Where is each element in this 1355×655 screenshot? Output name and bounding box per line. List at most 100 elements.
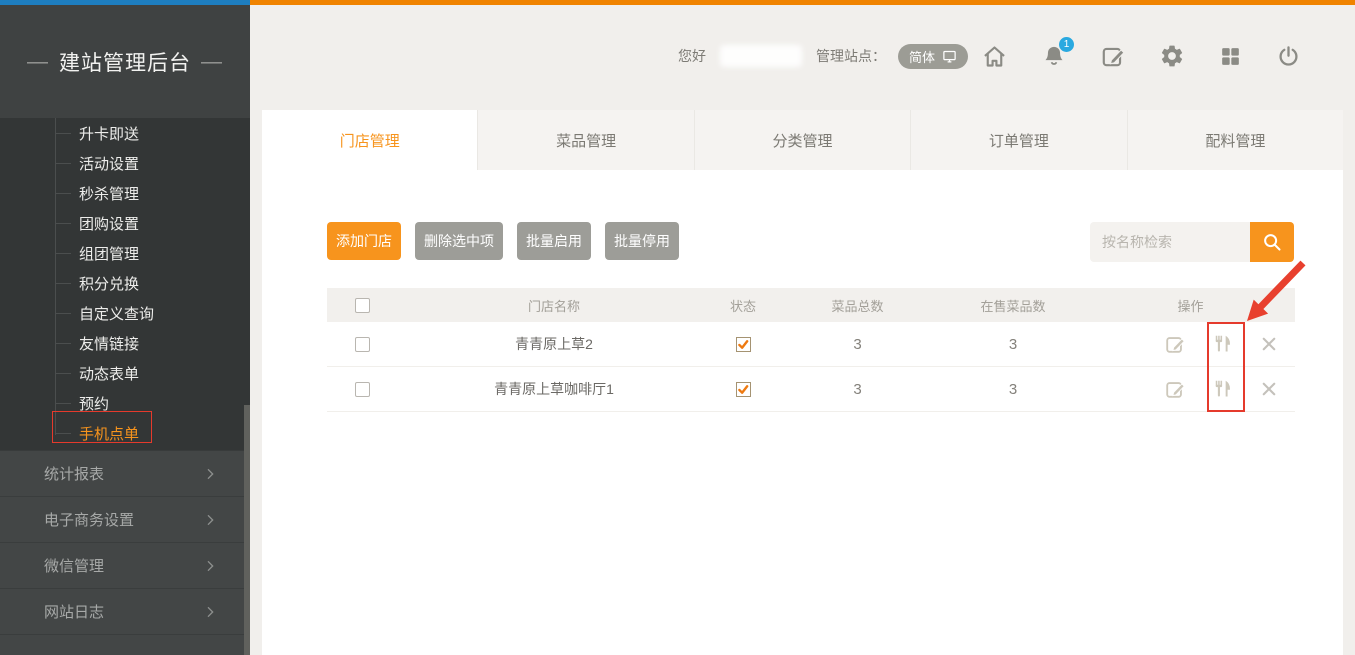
tab-bar: 门店管理 菜品管理 分类管理 订单管理 配料管理 <box>262 110 1343 170</box>
title-dash-left: — <box>27 50 49 74</box>
chevron-right-icon <box>202 466 218 482</box>
redacted-username <box>720 45 802 67</box>
delete-x-icon[interactable] <box>1260 380 1278 398</box>
edit-icon[interactable] <box>1164 333 1186 355</box>
edit-icon[interactable] <box>1164 378 1186 400</box>
search-input[interactable] <box>1090 222 1250 262</box>
sidebar-item-reservation[interactable]: 预约 <box>0 388 250 418</box>
edit-icon[interactable] <box>1100 43 1126 69</box>
section-label: 电子商务设置 <box>44 509 134 530</box>
tab-label: 分类管理 <box>773 130 833 151</box>
delete-selected-button[interactable]: 删除选中项 <box>415 222 503 260</box>
content-panel: 门店管理 菜品管理 分类管理 订单管理 配料管理 添加门店 删除选中项 批量启用… <box>262 110 1343 655</box>
table-row: 青青原上草咖啡厅1 3 3 <box>327 367 1295 412</box>
search-icon <box>1261 231 1283 253</box>
sidebar-item-ecommerce-settings[interactable]: 电子商务设置 <box>0 497 250 543</box>
chevron-right-icon <box>202 604 218 620</box>
tree-tick <box>55 163 71 164</box>
notification-badge: 1 <box>1059 37 1074 52</box>
sidebar-item-label: 积分兑换 <box>79 273 139 294</box>
sidebar-item-groupbuy-settings[interactable]: 团购设置 <box>0 208 250 238</box>
site-label: 管理站点： <box>816 46 886 66</box>
select-all-checkbox[interactable] <box>355 298 370 313</box>
delete-x-icon[interactable] <box>1260 335 1278 353</box>
sidebar-item-mobile-ordering[interactable]: 手机点单 <box>0 418 250 448</box>
sidebar-item-card-gift[interactable]: 升卡即送 <box>0 118 250 148</box>
language-label: 简体 <box>909 47 935 66</box>
sidebar-item-wechat-management[interactable]: 微信管理 <box>0 543 250 589</box>
status-cell <box>711 337 775 352</box>
batch-enable-button[interactable]: 批量启用 <box>517 222 591 260</box>
tab-category-management[interactable]: 分类管理 <box>694 110 910 170</box>
sidebar-item-label: 预约 <box>79 393 109 414</box>
sidebar-item-label: 升卡即送 <box>79 123 139 144</box>
sidebar-submenu: 升卡即送 活动设置 秒杀管理 团购设置 组团管理 积分兑换 自定义查询 友情链接… <box>0 118 250 455</box>
batch-disable-button[interactable]: 批量停用 <box>605 222 679 260</box>
sidebar-title: — 建站管理后台 — <box>0 5 250 118</box>
row-select-cell <box>327 337 397 352</box>
sidebar-item-custom-query[interactable]: 自定义查询 <box>0 298 250 328</box>
tree-tick <box>55 373 71 374</box>
store-table: 门店名称 状态 菜品总数 在售菜品数 操作 青青原上草2 3 3 青青原上草咖啡… <box>327 288 1295 412</box>
tab-order-management[interactable]: 订单管理 <box>910 110 1126 170</box>
sidebar-item-label: 手机点单 <box>79 423 139 444</box>
tab-label: 订单管理 <box>989 130 1049 151</box>
gear-icon[interactable] <box>1159 43 1185 69</box>
tree-tick <box>55 433 71 434</box>
search-button[interactable] <box>1250 222 1294 262</box>
grid-apps-icon[interactable] <box>1218 44 1243 69</box>
sidebar-sections: 统计报表 电子商务设置 微信管理 网站日志 <box>0 450 250 655</box>
tab-label: 配料管理 <box>1205 130 1265 151</box>
table-header-row: 门店名称 状态 菜品总数 在售菜品数 操作 <box>327 288 1295 322</box>
status-checkbox-checked[interactable] <box>736 382 751 397</box>
total-dishes-value: 3 <box>775 336 940 353</box>
tab-dish-management[interactable]: 菜品管理 <box>477 110 693 170</box>
sidebar-item-group-management[interactable]: 组团管理 <box>0 238 250 268</box>
chevron-right-icon <box>202 512 218 528</box>
fork-knife-dishes-icon[interactable] <box>1212 378 1234 400</box>
add-store-button[interactable]: 添加门店 <box>327 222 401 260</box>
tab-store-management[interactable]: 门店管理 <box>262 110 477 170</box>
row-select-cell <box>327 382 397 397</box>
tab-ingredient-management[interactable]: 配料管理 <box>1127 110 1343 170</box>
tree-tick <box>55 133 71 134</box>
language-site-pill[interactable]: 简体 <box>898 44 968 69</box>
sidebar-item-friendly-links[interactable]: 友情链接 <box>0 328 250 358</box>
sidebar-item-label: 自定义查询 <box>79 303 154 324</box>
header-icon-bar: 1 <box>981 41 1301 71</box>
search-box <box>1090 222 1294 262</box>
store-name: 青青原上草2 <box>397 334 711 354</box>
select-all-cell <box>327 298 397 313</box>
operations-cell <box>1086 378 1295 400</box>
sidebar-item-activity-settings[interactable]: 活动设置 <box>0 148 250 178</box>
row-checkbox[interactable] <box>355 337 370 352</box>
operations-cell <box>1086 333 1295 355</box>
sidebar-item-label: 秒杀管理 <box>79 183 139 204</box>
sidebar-scrollbar[interactable] <box>244 405 250 655</box>
greeting-label: 您好 <box>678 46 706 66</box>
fork-knife-dishes-icon[interactable] <box>1212 333 1234 355</box>
sidebar-item-site-logs[interactable]: 网站日志 <box>0 589 250 635</box>
sidebar-item-points-exchange[interactable]: 积分兑换 <box>0 268 250 298</box>
col-total-dishes: 菜品总数 <box>775 296 940 315</box>
sidebar-item-dynamic-forms[interactable]: 动态表单 <box>0 358 250 388</box>
status-checkbox-checked[interactable] <box>736 337 751 352</box>
tree-tick <box>55 283 71 284</box>
tree-tick <box>55 223 71 224</box>
row-checkbox[interactable] <box>355 382 370 397</box>
tree-tick <box>55 343 71 344</box>
sidebar-item-statistics-reports[interactable]: 统计报表 <box>0 451 250 497</box>
title-dash-right: — <box>201 50 223 74</box>
topbar-orange-strip <box>250 0 1355 5</box>
power-logout-icon[interactable] <box>1276 44 1301 69</box>
home-icon[interactable] <box>981 43 1008 70</box>
section-label: 微信管理 <box>44 555 104 576</box>
app-title: 建站管理后台 <box>59 47 191 77</box>
col-onsale-dishes: 在售菜品数 <box>940 296 1086 315</box>
col-status: 状态 <box>711 296 775 315</box>
section-label: 网站日志 <box>44 601 104 622</box>
tab-label: 菜品管理 <box>556 130 616 151</box>
col-store-name: 门店名称 <box>397 296 711 315</box>
bell-icon[interactable]: 1 <box>1041 43 1067 69</box>
sidebar-item-seckill[interactable]: 秒杀管理 <box>0 178 250 208</box>
